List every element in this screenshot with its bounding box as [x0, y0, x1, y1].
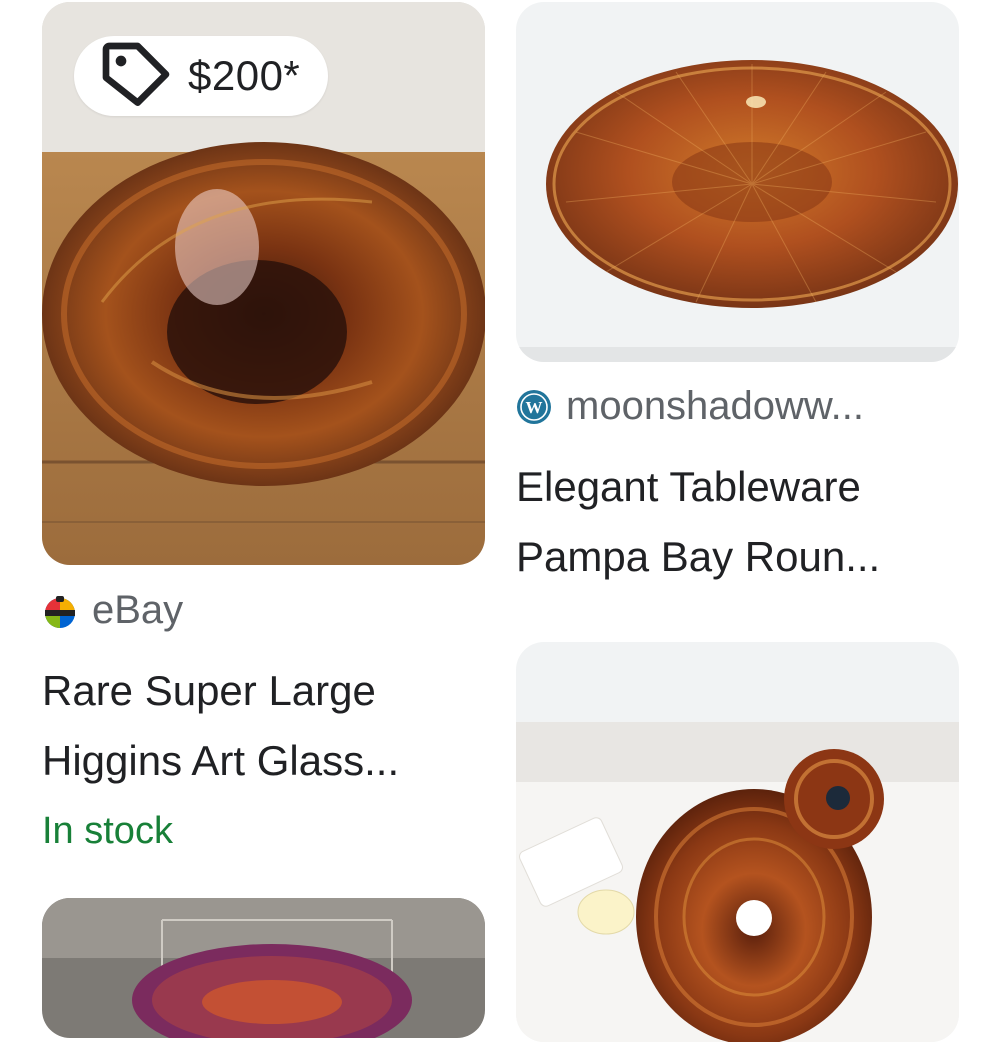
price-badge: $200*: [74, 36, 329, 116]
source-name: eBay: [92, 588, 184, 632]
product-image-card-2[interactable]: [516, 2, 959, 362]
availability-status: In stock: [42, 810, 173, 852]
source-row-card-1[interactable]: eBay: [42, 588, 183, 633]
vessel-sink-photo-4: [516, 642, 959, 1042]
product-image-card-3[interactable]: [42, 898, 485, 1038]
product-image-card-4[interactable]: [516, 642, 959, 1042]
price-value: $200*: [188, 52, 301, 99]
tag-icon: [102, 42, 170, 106]
ebay-favicon-icon: [45, 595, 75, 628]
source-row-card-2[interactable]: W moonshadoww...: [516, 384, 864, 429]
product-image-card-1[interactable]: $200*: [42, 2, 485, 565]
bowl-photo-3: [42, 898, 485, 1038]
wordpress-favicon-icon: W: [517, 389, 551, 424]
svg-text:W: W: [526, 398, 543, 417]
result-title-card-1[interactable]: Rare Super Large Higgins Art Glass...: [42, 656, 485, 796]
source-name: moonshadoww...: [566, 384, 864, 428]
platter-photo-2: [516, 2, 959, 362]
result-title-card-2[interactable]: Elegant Tableware Pampa Bay Roun...: [516, 452, 959, 592]
